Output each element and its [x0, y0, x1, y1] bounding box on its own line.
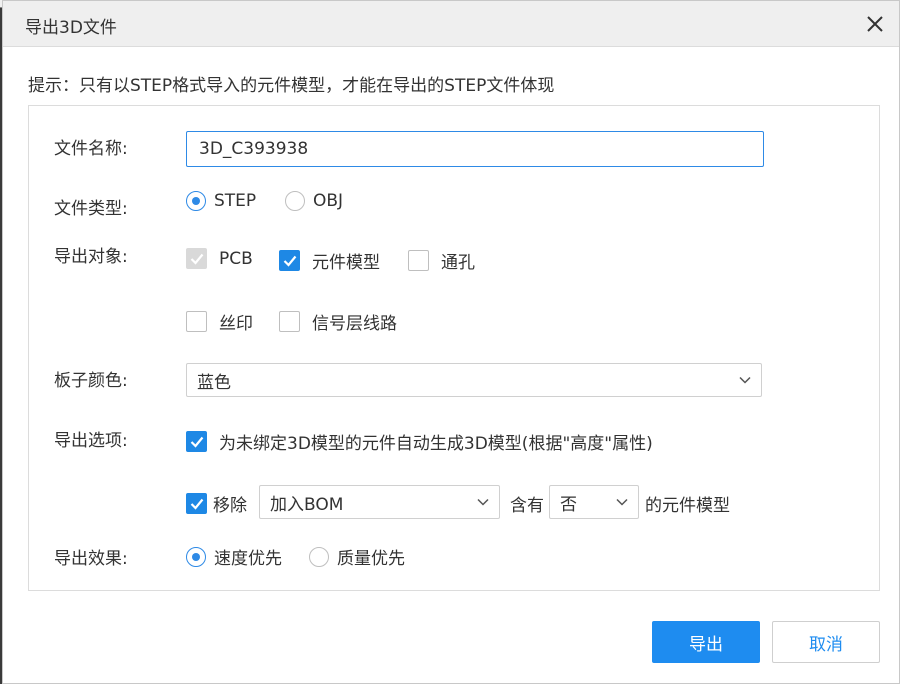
- export-options-label: 导出选项:: [54, 431, 128, 451]
- filetype-obj-label: OBJ: [313, 191, 344, 211]
- object-signal-layer-checkbox[interactable]: 信号层线路: [279, 309, 397, 334]
- tip-text: 提示：只有以STEP格式导入的元件模型，才能在导出的STEP文件体现: [28, 76, 555, 96]
- radio-indicator: [309, 546, 329, 567]
- radio-selected-indicator: [186, 546, 206, 567]
- close-button[interactable]: [861, 10, 889, 38]
- checkbox-unchecked: [186, 311, 207, 332]
- filetype-obj-radio[interactable]: OBJ: [285, 191, 343, 211]
- checkbox-checked: [186, 431, 207, 452]
- filetype-step-radio[interactable]: STEP: [186, 191, 256, 211]
- check-icon: [190, 498, 203, 510]
- objects-label: 导出对象:: [54, 247, 128, 267]
- checkbox-unchecked: [408, 250, 429, 271]
- radio-selected-indicator: [186, 191, 206, 211]
- board-color-label: 板子颜色:: [54, 371, 128, 391]
- check-icon: [190, 436, 203, 448]
- check-icon: [283, 255, 296, 267]
- cancel-button[interactable]: 取消: [772, 621, 880, 663]
- effect-quality-label: 质量优先: [337, 549, 405, 569]
- checkbox-checked: [186, 493, 207, 514]
- board-color-select[interactable]: 蓝色: [186, 363, 762, 397]
- dialog-title: 导出3D文件: [25, 18, 117, 38]
- object-via-checkbox[interactable]: 通孔: [408, 248, 475, 273]
- object-signal-layer-label: 信号层线路: [312, 314, 397, 334]
- object-pcb-checkbox[interactable]: PCB: [186, 248, 253, 269]
- contains-label: 含有: [510, 496, 544, 516]
- effect-speed-label: 速度优先: [214, 549, 282, 569]
- radio-indicator: [285, 191, 305, 211]
- filetype-label: 文件类型:: [54, 199, 128, 219]
- dialog-titlebar: 导出3D文件: [3, 1, 899, 47]
- object-silkscreen-label: 丝印: [219, 314, 253, 334]
- filename-label: 文件名称:: [54, 139, 128, 159]
- effect-label: 导出效果:: [54, 549, 128, 569]
- contains-value: 否: [560, 494, 577, 515]
- object-silkscreen-checkbox[interactable]: 丝印: [186, 309, 253, 334]
- remove-checkbox[interactable]: 移除: [186, 491, 247, 516]
- auto-generate-3d-label: 为未绑定3D模型的元件自动生成3D模型(根据"高度"属性): [219, 434, 653, 454]
- form-panel: 文件名称: 文件类型: STEP OBJ 导出对象: PCB 元件模型: [28, 105, 880, 591]
- object-component-model-checkbox[interactable]: 元件模型: [279, 248, 380, 273]
- effect-speed-radio[interactable]: 速度优先: [186, 544, 282, 569]
- checkbox-unchecked: [279, 311, 300, 332]
- filename-input[interactable]: [186, 131, 764, 167]
- close-icon: [867, 16, 883, 32]
- board-color-value: 蓝色: [197, 372, 231, 393]
- auto-generate-3d-checkbox[interactable]: 为未绑定3D模型的元件自动生成3D模型(根据"高度"属性): [186, 429, 653, 454]
- effect-quality-radio[interactable]: 质量优先: [309, 544, 405, 569]
- export-3d-dialog: 导出3D文件 提示：只有以STEP格式导入的元件模型，才能在导出的STEP文件体…: [2, 0, 900, 684]
- contains-select[interactable]: 否: [549, 485, 639, 519]
- checkbox-checked: [279, 250, 300, 271]
- export-button[interactable]: 导出: [652, 621, 760, 663]
- remove-condition-value: 加入BOM: [270, 494, 344, 515]
- remove-condition-select[interactable]: 加入BOM: [259, 485, 500, 519]
- object-pcb-label: PCB: [219, 248, 253, 269]
- component-model-suffix: 的元件模型: [645, 496, 730, 516]
- object-component-model-label: 元件模型: [312, 253, 380, 273]
- check-icon: [190, 253, 203, 265]
- chevron-down-icon: [739, 376, 751, 384]
- chevron-down-icon: [477, 498, 489, 506]
- object-via-label: 通孔: [441, 253, 475, 273]
- remove-label: 移除: [213, 496, 247, 516]
- filetype-step-label: STEP: [214, 191, 257, 211]
- chevron-down-icon: [616, 498, 628, 506]
- checkbox-disabled-checked: [186, 248, 207, 269]
